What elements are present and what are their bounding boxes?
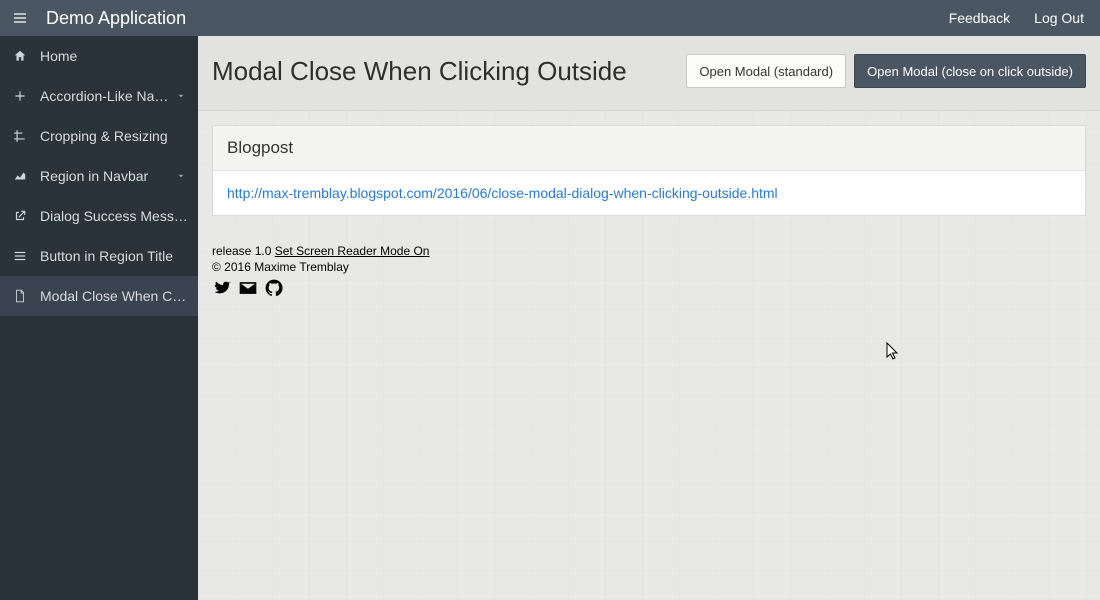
sidebar: Home Accordion-Like Navi... Cropping & R… [0,36,198,600]
sidebar-item-dialog-success[interactable]: Dialog Success Message [0,196,198,236]
release-label: release 1.0 [212,244,271,258]
region-body: http://max-tremblay.blogspot.com/2016/06… [213,171,1085,215]
region-title: Blogpost [213,126,1085,171]
page-title: Modal Close When Clicking Outside [212,56,678,87]
sidebar-item-cropping[interactable]: Cropping & Resizing [0,116,198,156]
chevron-down-icon [174,91,188,101]
home-icon [10,49,30,63]
open-modal-standard-button[interactable]: Open Modal (standard) [686,54,846,88]
area-chart-icon [10,169,30,183]
external-link-icon [10,209,30,223]
chevron-down-icon [174,171,188,181]
sidebar-item-label: Accordion-Like Navi... [40,88,174,104]
sidebar-item-button-title[interactable]: Button in Region Title [0,236,198,276]
twitter-icon[interactable] [212,278,232,301]
logout-link[interactable]: Log Out [1034,10,1084,26]
sidebar-item-label: Modal Close When Click... [40,288,188,304]
open-modal-outside-button[interactable]: Open Modal (close on click outside) [854,54,1086,88]
plus-icon [10,89,30,103]
hamburger-icon[interactable] [8,10,32,26]
top-header: Demo Application Feedback Log Out [0,0,1100,36]
sidebar-item-label: Region in Navbar [40,168,174,184]
crop-icon [10,129,30,143]
screen-reader-link[interactable]: Set Screen Reader Mode On [275,244,430,258]
blogpost-region: Blogpost http://max-tremblay.blogspot.co… [212,125,1086,216]
main-content: Modal Close When Clicking Outside Open M… [198,36,1100,600]
list-icon [10,249,30,263]
social-icons [212,278,1086,301]
feedback-link[interactable]: Feedback [949,10,1010,26]
sidebar-item-label: Cropping & Resizing [40,128,188,144]
sidebar-item-label: Dialog Success Message [40,208,188,224]
sidebar-item-region-navbar[interactable]: Region in Navbar [0,156,198,196]
blogpost-link[interactable]: http://max-tremblay.blogspot.com/2016/06… [227,185,778,201]
sidebar-item-home[interactable]: Home [0,36,198,76]
app-title: Demo Application [46,8,186,29]
title-bar: Modal Close When Clicking Outside Open M… [198,36,1100,111]
sidebar-item-label: Button in Region Title [40,248,188,264]
sidebar-item-label: Home [40,48,188,64]
sidebar-item-accordion[interactable]: Accordion-Like Navi... [0,76,198,116]
copyright: © 2016 Maxime Tremblay [212,260,1086,274]
github-icon[interactable] [264,278,284,301]
file-icon [10,289,30,303]
cursor-icon [886,342,900,362]
footer: release 1.0 Set Screen Reader Mode On © … [212,244,1086,301]
sidebar-item-modal-close[interactable]: Modal Close When Click... [0,276,198,316]
envelope-icon[interactable] [238,278,258,301]
